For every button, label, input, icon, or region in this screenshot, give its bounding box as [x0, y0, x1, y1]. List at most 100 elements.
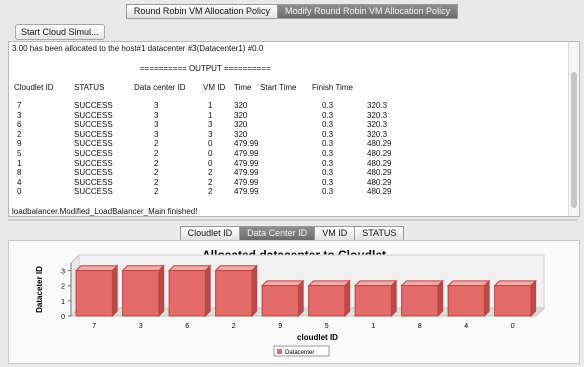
table-cell: 0 [208, 158, 213, 168]
table-cell: 479.99 [234, 177, 259, 187]
bar-top [400, 280, 444, 287]
console-output: 3.00 has been allocated to the host#1 da… [8, 41, 580, 217]
table-cell: 0 [17, 187, 22, 197]
y-tick-label: 3 [61, 269, 65, 276]
console-first-line: 3.00 has been allocated to the host#1 da… [12, 44, 264, 53]
table-cell: 3 [154, 120, 159, 130]
table-cell: 479.99 [234, 139, 259, 149]
table-cell: 0 [208, 139, 213, 149]
table-cell: 1 [17, 158, 22, 168]
table-cell: 3 [208, 129, 213, 139]
table-cell: 0 [208, 149, 213, 158]
start-simulation-button[interactable]: Start Cloud Simul... [15, 24, 105, 40]
table-cell: SUCCESS [74, 187, 113, 197]
table-cell: SUCCESS [74, 168, 113, 178]
table-cell: SUCCESS [74, 101, 113, 110]
scrollbar-thumb[interactable] [571, 72, 577, 208]
bar-chart: Allocated datacenter to Cloudlet0123Data… [35, 248, 546, 357]
table-cell: SUCCESS [74, 149, 113, 158]
table-cell: SUCCESS [74, 177, 113, 187]
table-cell: 2 [17, 129, 22, 139]
bar-side [158, 264, 165, 318]
table-cell: 480.29 [367, 149, 392, 158]
x-tick-label: 1 [371, 323, 375, 330]
table-cell: SUCCESS [74, 158, 113, 168]
table-cell: 2 [154, 177, 159, 187]
table-cell: 479.99 [234, 149, 259, 158]
console-scrollbar[interactable] [568, 42, 579, 216]
legend-label: Datacenter [285, 350, 314, 356]
x-tick-label: 7 [92, 323, 96, 330]
table-cell: 3 [17, 110, 22, 120]
table-cell: 3 [154, 110, 159, 120]
tab-policy-1[interactable]: Modify Round Robin VM Allocation Policy [277, 4, 459, 19]
bar [494, 285, 532, 317]
column-header: Start Time [260, 83, 297, 92]
bar [168, 270, 206, 317]
table-cell: 0.3 [322, 168, 334, 178]
bar-top [167, 265, 212, 272]
column-header: STATUS [74, 83, 105, 92]
bar-side [251, 264, 258, 318]
table-cell: 0.3 [322, 120, 334, 130]
x-tick-label: 8 [418, 323, 422, 330]
bar-side [483, 279, 490, 318]
table-cell: 320.3 [367, 120, 388, 130]
table-cell: 3 [154, 129, 159, 139]
table-cell: 2 [154, 168, 159, 178]
table-cell: 320.3 [367, 110, 388, 120]
x-tick-label: 6 [185, 323, 189, 330]
y-tick-label: 0 [61, 314, 65, 321]
bar-top [121, 265, 165, 272]
table-cell: SUCCESS [74, 139, 113, 149]
chart-tab-bar: Cloudlet ID Data Center ID VM ID STATUS [0, 226, 584, 241]
table-cell: 480.29 [367, 139, 392, 149]
table-cell: 2 [208, 168, 213, 178]
tab-chart-1[interactable]: Data Center ID [240, 226, 316, 241]
table-cell: 0.3 [322, 101, 334, 110]
y-tick-label: 1 [61, 299, 65, 306]
tab-chart-0[interactable]: Cloudlet ID [179, 226, 241, 241]
tab-policy-0[interactable]: Round Robin VM Allocation Policy [125, 4, 278, 19]
table-cell: 0.3 [322, 158, 334, 168]
table-cell: 0.3 [322, 149, 334, 158]
table-cell: 320 [234, 101, 248, 110]
table-cell: 9 [17, 139, 22, 149]
table-cell: 4 [17, 177, 22, 187]
console-last-line: loadbalancer.Modified_LoadBalancer_Main … [12, 207, 198, 216]
table-cell: 7 [17, 101, 22, 110]
x-tick-label: 9 [278, 323, 282, 330]
tab-chart-2[interactable]: VM ID [315, 226, 356, 241]
table-cell: 320 [234, 129, 248, 139]
table-cell: 2 [154, 187, 159, 197]
bar-top [493, 280, 537, 287]
table-cell: 320.3 [367, 129, 388, 139]
bar [261, 285, 299, 317]
bar [215, 270, 253, 317]
table-cell: 1 [208, 110, 213, 120]
table-cell: 2 [154, 149, 159, 158]
x-tick-label: 2 [232, 323, 236, 330]
table-cell: 2 [208, 177, 213, 187]
y-axis-label: Dataceter ID [35, 266, 44, 313]
table-cell: 5 [17, 149, 22, 158]
bar [122, 270, 160, 317]
bar-side [344, 279, 351, 318]
bar-side [437, 279, 444, 318]
bar-side [204, 264, 211, 318]
chart-panel: Allocated datacenter to Cloudlet0123Data… [8, 240, 580, 364]
table-cell: 480.29 [367, 158, 392, 168]
bar-top [307, 280, 351, 287]
bar-side [390, 279, 397, 318]
table-cell: 2 [208, 187, 213, 197]
table-cell: 2 [154, 139, 159, 149]
table-cell: 479.99 [234, 168, 259, 178]
table-cell: 320 [234, 120, 248, 130]
tab-chart-3[interactable]: STATUS [355, 226, 405, 241]
table-cell: 6 [17, 120, 22, 130]
table-cell: 2 [154, 158, 159, 168]
output-header: ========== OUTPUT ========== [140, 64, 271, 73]
x-axis-label: cloudlet ID [297, 333, 338, 342]
table-cell: 480.29 [367, 177, 392, 187]
bar-top [214, 265, 258, 272]
